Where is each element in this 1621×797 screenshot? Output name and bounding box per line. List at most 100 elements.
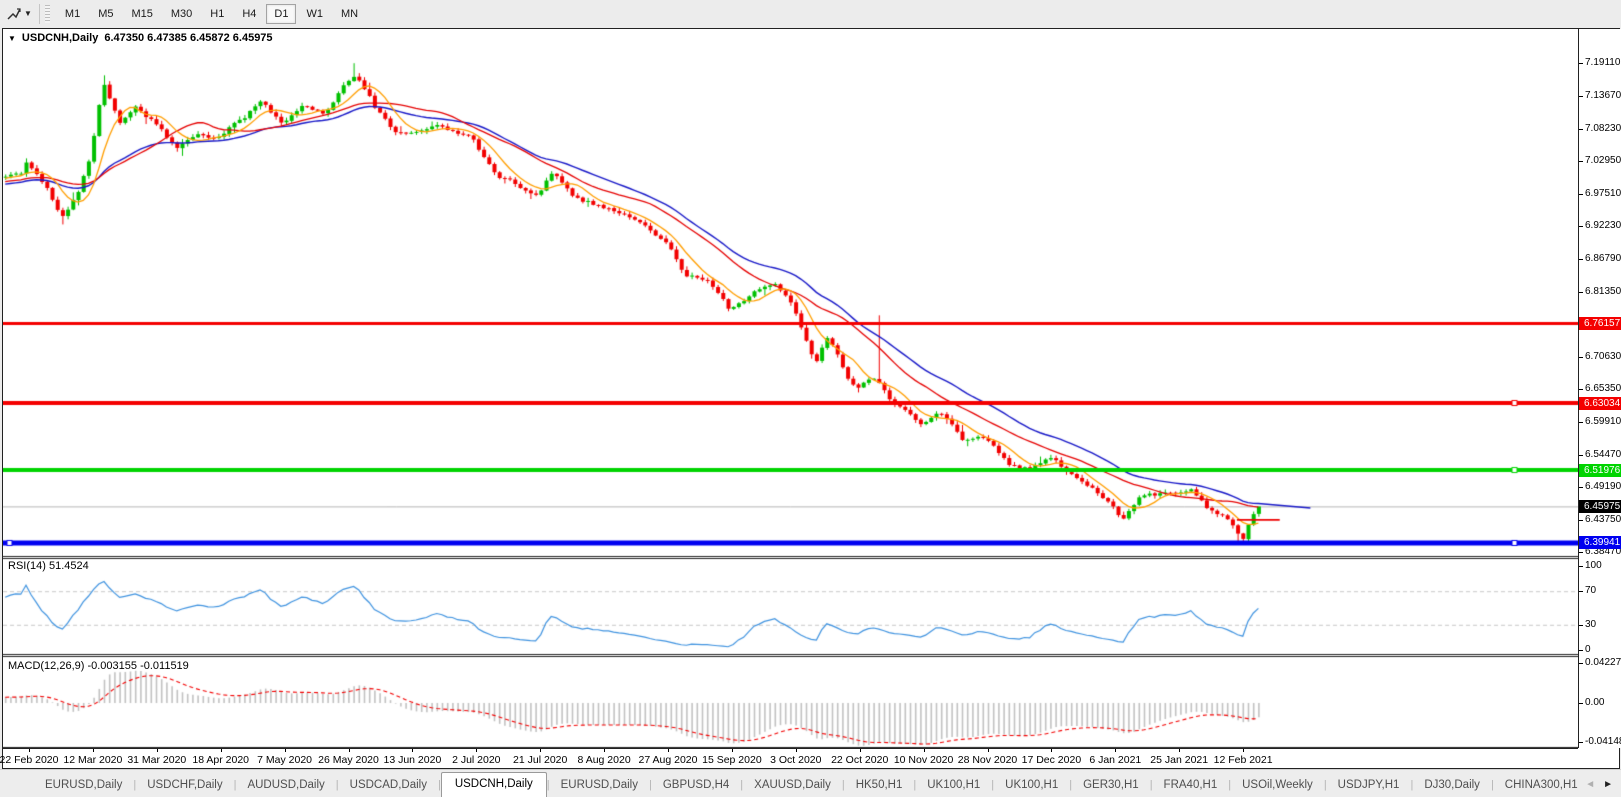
time-tick bbox=[604, 749, 606, 752]
timeframe-toolbar: ▼ M1 M5 M15 M30 H1 H4 D1 W1 MN bbox=[0, 0, 1621, 27]
chart-tab-bar: EURUSD,Daily | USDCHF,Daily | AUDUSD,Daily | U… bbox=[0, 769, 1621, 797]
time-tick bbox=[156, 749, 158, 752]
price-tick: 6.92230 bbox=[1579, 220, 1621, 232]
timeframe-button-mn[interactable]: MN bbox=[333, 4, 366, 24]
timeframe-button-d1[interactable]: D1 bbox=[266, 3, 297, 24]
price-tick: 6.59910 bbox=[1579, 416, 1621, 428]
time-tick bbox=[795, 749, 797, 752]
chart-tab-eurusd-daily[interactable]: EURUSD,Daily bbox=[34, 774, 133, 797]
chart-tab-fra40-h1[interactable]: FRA40,H1 bbox=[1153, 774, 1229, 797]
date-label: 18 Apr 2020 bbox=[192, 754, 250, 766]
timeframe-button-m1[interactable]: M1 bbox=[57, 4, 88, 24]
timeframe-button-h4[interactable]: H4 bbox=[234, 4, 264, 24]
price-tick: 6.54470 bbox=[1579, 449, 1621, 461]
time-tick bbox=[92, 749, 94, 752]
time-tick bbox=[540, 749, 542, 752]
time-tick bbox=[1179, 749, 1181, 752]
chart-tab-dj30-daily[interactable]: DJ30,Daily bbox=[1413, 774, 1491, 797]
macd-tick: 0.042275 bbox=[1579, 657, 1621, 669]
rsi-tick: 70 bbox=[1579, 585, 1596, 597]
chart-tab-xauusd-daily[interactable]: XAUUSD,Daily bbox=[743, 774, 842, 797]
chart-tab-eurusd-daily[interactable]: EURUSD,Daily bbox=[550, 774, 649, 797]
chart-tab-usdjpy-h1[interactable]: USDJPY,H1 bbox=[1327, 774, 1411, 797]
time-tick bbox=[1051, 749, 1053, 752]
price-tick: 7.13670 bbox=[1579, 90, 1621, 102]
chart-tab-gbpusd-h4[interactable]: GBPUSD,H4 bbox=[652, 774, 740, 797]
date-label: 21 Jul 2020 bbox=[513, 754, 568, 766]
price-tick: 6.81350 bbox=[1579, 286, 1621, 298]
price-tick: 6.70630 bbox=[1579, 351, 1621, 363]
price-tick: 6.43750 bbox=[1579, 514, 1621, 526]
timeframe-button-m30[interactable]: M30 bbox=[163, 4, 200, 24]
rsi-label: RSI(14) 51.4524 bbox=[8, 560, 89, 572]
date-label: 26 May 2020 bbox=[318, 754, 379, 766]
price-chart[interactable] bbox=[3, 29, 1578, 748]
chart-tab-hk50-h1[interactable]: HK50,H1 bbox=[845, 774, 914, 797]
timeframe-button-m5[interactable]: M5 bbox=[90, 4, 121, 24]
chart-tab-usdchf-daily[interactable]: USDCHF,Daily bbox=[136, 774, 233, 797]
time-tick bbox=[668, 749, 669, 752]
timeframe-button-w1[interactable]: W1 bbox=[298, 4, 331, 24]
chart-tab-uk100-h1[interactable]: UK100,H1 bbox=[916, 774, 991, 797]
chart-tab-uk100-h1[interactable]: UK100,H1 bbox=[994, 774, 1069, 797]
price-tick: 7.19110 bbox=[1579, 57, 1620, 69]
price-tick: 6.97510 bbox=[1579, 188, 1621, 200]
chart-tab-ger30-h1[interactable]: GER30,H1 bbox=[1072, 774, 1150, 797]
time-tick bbox=[220, 749, 222, 752]
timeframe-button-m15[interactable]: M15 bbox=[123, 4, 160, 24]
price-tick: 7.08230 bbox=[1579, 123, 1621, 135]
time-tick bbox=[476, 749, 478, 752]
macd-label: MACD(12,26,9) -0.003155 -0.011519 bbox=[8, 660, 189, 672]
symbol-label: USDCNH,Daily bbox=[21, 32, 99, 44]
price-tick: 7.02950 bbox=[1579, 155, 1621, 167]
time-tick bbox=[987, 749, 989, 752]
date-label: 15 Sep 2020 bbox=[702, 754, 762, 766]
time-tick bbox=[412, 749, 414, 752]
price-tick: 6.65350 bbox=[1579, 383, 1621, 395]
date-label: 31 Mar 2020 bbox=[127, 754, 187, 766]
timeframe-buttons: M1 M5 M15 M30 H1 H4 D1 W1 MN bbox=[56, 3, 367, 24]
time-tick bbox=[348, 749, 350, 752]
date-label: 10 Nov 2020 bbox=[893, 754, 954, 766]
chart-tab-usoil-weekly[interactable]: USOil,Weekly bbox=[1231, 774, 1324, 797]
date-label: 12 Mar 2020 bbox=[63, 754, 123, 766]
level-price-badge: 6.39941 bbox=[1579, 536, 1621, 550]
time-tick bbox=[29, 749, 30, 752]
price-tick: 6.49190 bbox=[1579, 481, 1621, 493]
toolbar-separator bbox=[38, 3, 40, 24]
time-tick bbox=[731, 749, 733, 752]
time-tick bbox=[923, 749, 925, 752]
current-price-badge: 6.45975 bbox=[1579, 499, 1621, 513]
time-tick bbox=[859, 749, 861, 752]
rsi-tick: 30 bbox=[1579, 619, 1596, 631]
price-tick: 6.86790 bbox=[1579, 253, 1621, 265]
level-price-badge: 6.76157 bbox=[1579, 316, 1621, 330]
cursor-tool-icon[interactable] bbox=[4, 5, 24, 23]
time-axis[interactable]: 22 Feb 2020 12 Mar 2020 31 Mar 2020 18 Apr … bbox=[0, 748, 1578, 768]
date-label: 28 Nov 2020 bbox=[957, 754, 1018, 766]
tool-dropdown-icon[interactable]: ▼ bbox=[24, 9, 32, 18]
chart-tab-usdcad-daily[interactable]: USDCAD,Daily bbox=[339, 774, 438, 797]
tab-scroll-right-icon[interactable]: ► bbox=[1603, 779, 1613, 790]
date-label: 3 Oct 2020 bbox=[770, 754, 822, 766]
ohlc-values: 6.47350 6.47385 6.45872 6.45975 bbox=[104, 32, 273, 44]
chart-tab-usdcnh-daily[interactable]: USDCNH,Daily bbox=[440, 772, 547, 797]
toolbar-drag-handle[interactable] bbox=[44, 4, 50, 23]
price-axis[interactable]: 7.19110 7.13670 7.08230 7.02950 6.97510 6.922… bbox=[1578, 29, 1621, 748]
date-label: 22 Feb 2020 bbox=[0, 754, 59, 766]
date-label: 2 Jul 2020 bbox=[452, 754, 501, 766]
level-price-badge: 6.63034 bbox=[1579, 396, 1621, 410]
date-label: 22 Oct 2020 bbox=[831, 754, 889, 766]
mt4-application: ▼ M1 M5 M15 M30 H1 H4 D1 W1 MN ▼ USDCNH,Daily 6.… bbox=[0, 0, 1621, 797]
date-label: 8 Aug 2020 bbox=[577, 754, 631, 766]
rsi-tick: 0 bbox=[1579, 644, 1591, 656]
date-label: 25 Jan 2021 bbox=[1150, 754, 1209, 766]
window-menu-icon[interactable]: ▼ bbox=[8, 34, 16, 43]
date-label: 7 May 2020 bbox=[257, 754, 313, 766]
date-label: 13 Jun 2020 bbox=[383, 754, 442, 766]
chart-tab-audusd-daily[interactable]: AUDUSD,Daily bbox=[236, 774, 335, 797]
chart-tab-china300-h1[interactable]: CHINA300,H1 bbox=[1494, 774, 1589, 797]
timeframe-button-h1[interactable]: H1 bbox=[202, 4, 232, 24]
tab-scroll-left-icon[interactable]: ◄ bbox=[1585, 779, 1595, 790]
date-label: 12 Feb 2021 bbox=[1213, 754, 1273, 766]
